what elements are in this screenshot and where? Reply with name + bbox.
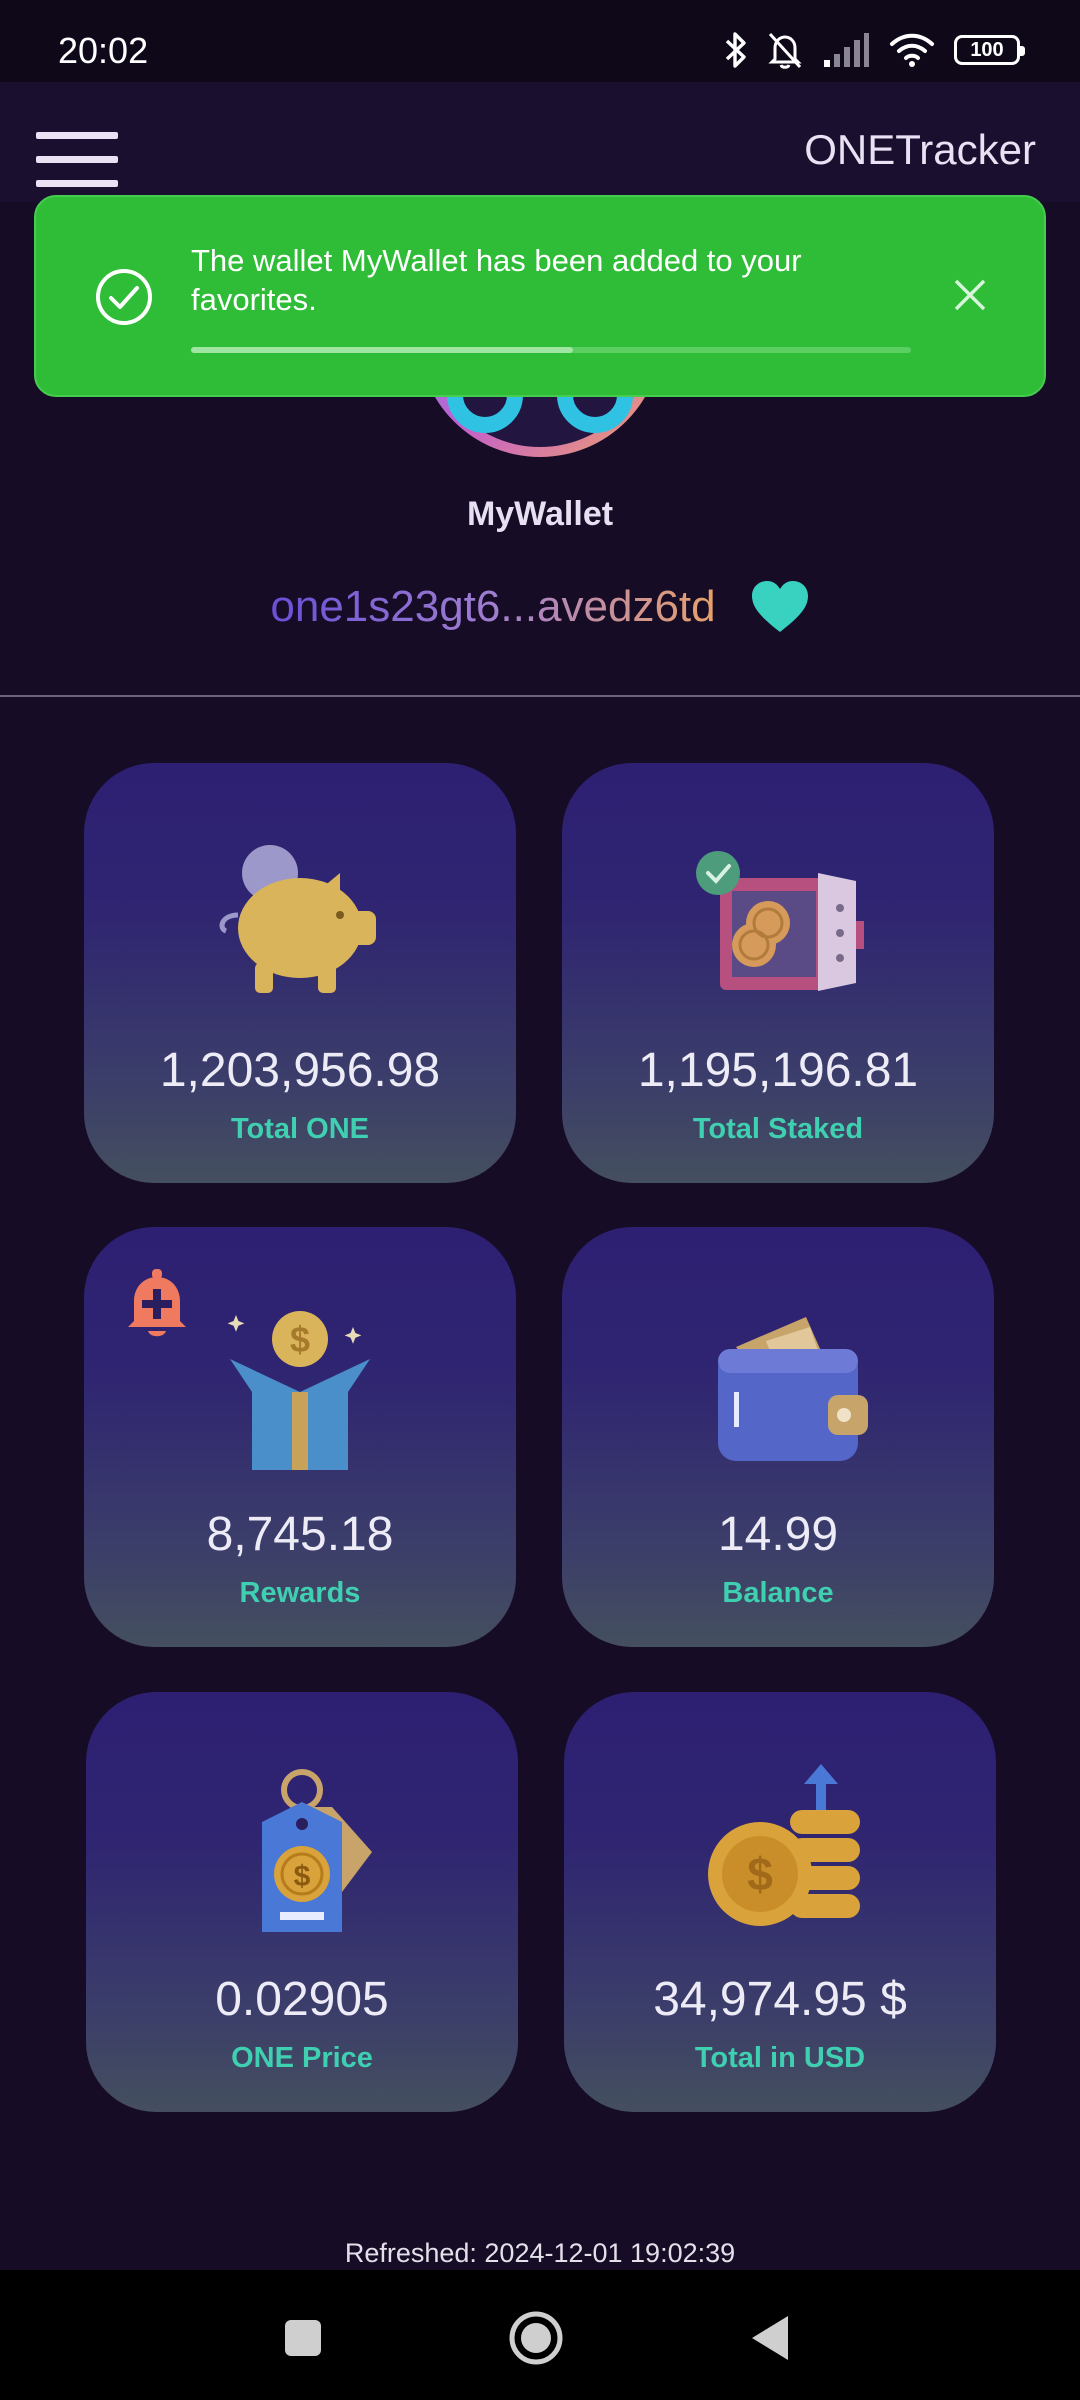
one-price-value: 0.02905 bbox=[215, 1973, 389, 2026]
toast-progress bbox=[191, 347, 911, 353]
svg-text:$: $ bbox=[290, 1319, 310, 1360]
bell-plus-icon[interactable] bbox=[124, 1267, 190, 1339]
close-icon[interactable] bbox=[952, 277, 988, 313]
bell-muted-icon bbox=[768, 32, 802, 69]
card-rewards[interactable]: $ 8,745.18 Rewards bbox=[84, 1227, 516, 1647]
svg-text:$: $ bbox=[294, 1860, 311, 1893]
signal-icon bbox=[824, 33, 869, 67]
piggy-bank-icon bbox=[219, 845, 376, 993]
coin-stack-icon: $ bbox=[708, 1764, 860, 1926]
check-circle-icon bbox=[96, 269, 152, 325]
battery-icon: 100 bbox=[954, 35, 1025, 65]
total-one-value: 1,203,956.98 bbox=[159, 1044, 441, 1097]
rewards-value: 8,745.18 bbox=[206, 1508, 394, 1561]
wifi-icon bbox=[890, 33, 934, 67]
wallet-name: MyWallet bbox=[466, 495, 614, 533]
card-total-staked[interactable]: 1,195,196.81 Total Staked bbox=[562, 763, 994, 1183]
wallet-address-row: one1s23gt6...avedz6td bbox=[0, 580, 1080, 634]
card-total-usd[interactable]: $ 34,974.95 $ Total in USD bbox=[564, 1692, 996, 2112]
card-total-one[interactable]: 1,203,956.98 Total ONE bbox=[84, 763, 516, 1183]
status-bar: 20:02 100 bbox=[0, 0, 1080, 82]
card-balance[interactable]: 14.99 Balance bbox=[562, 1227, 994, 1647]
bluetooth-icon bbox=[725, 32, 746, 68]
wallet-address[interactable]: one1s23gt6...avedz6td bbox=[270, 582, 715, 632]
toast-message: The wallet MyWallet has been added to yo… bbox=[191, 243, 802, 317]
app-bar: ONETracker bbox=[0, 82, 1080, 202]
total-staked-label: Total Staked bbox=[692, 1113, 864, 1145]
toast-progress-fill bbox=[191, 347, 573, 353]
price-tag-icon: $ bbox=[262, 1769, 372, 1932]
total-usd-label: Total in USD bbox=[694, 2042, 866, 2074]
card-one-price[interactable]: $ 0.02905 ONE Price bbox=[86, 1692, 518, 2112]
toast-notification[interactable]: The wallet MyWallet has been added to yo… bbox=[34, 195, 1046, 397]
total-staked-value: 1,195,196.81 bbox=[637, 1044, 919, 1097]
screen: 20:02 100 ONETracker MyWallet one1s23gt6… bbox=[0, 0, 1080, 2400]
app-title: ONETracker bbox=[804, 126, 1036, 173]
safe-icon bbox=[696, 851, 864, 991]
gift-box-icon: $ bbox=[227, 1311, 370, 1470]
balance-label: Balance bbox=[722, 1577, 834, 1609]
divider bbox=[0, 695, 1080, 697]
wallet-icon bbox=[718, 1317, 868, 1461]
total-one-label: Total ONE bbox=[230, 1113, 370, 1145]
triangle-back-icon[interactable] bbox=[740, 2308, 800, 2368]
heart-icon[interactable] bbox=[750, 580, 810, 634]
system-nav-bar bbox=[0, 2270, 1080, 2400]
square-icon[interactable] bbox=[273, 2308, 333, 2368]
svg-text:$: $ bbox=[747, 1848, 773, 1900]
balance-value: 14.99 bbox=[717, 1508, 839, 1561]
status-icons: 100 bbox=[724, 28, 1025, 72]
circle-icon[interactable] bbox=[506, 2308, 566, 2368]
refreshed-timestamp: Refreshed: 2024-12-01 19:02:39 bbox=[344, 2238, 736, 2268]
rewards-label: Rewards bbox=[239, 1577, 361, 1609]
total-usd-value: 34,974.95 $ bbox=[653, 1973, 907, 2026]
one-price-label: ONE Price bbox=[231, 2042, 373, 2074]
hamburger-menu-icon[interactable] bbox=[36, 132, 118, 192]
status-time: 20:02 bbox=[58, 30, 149, 71]
